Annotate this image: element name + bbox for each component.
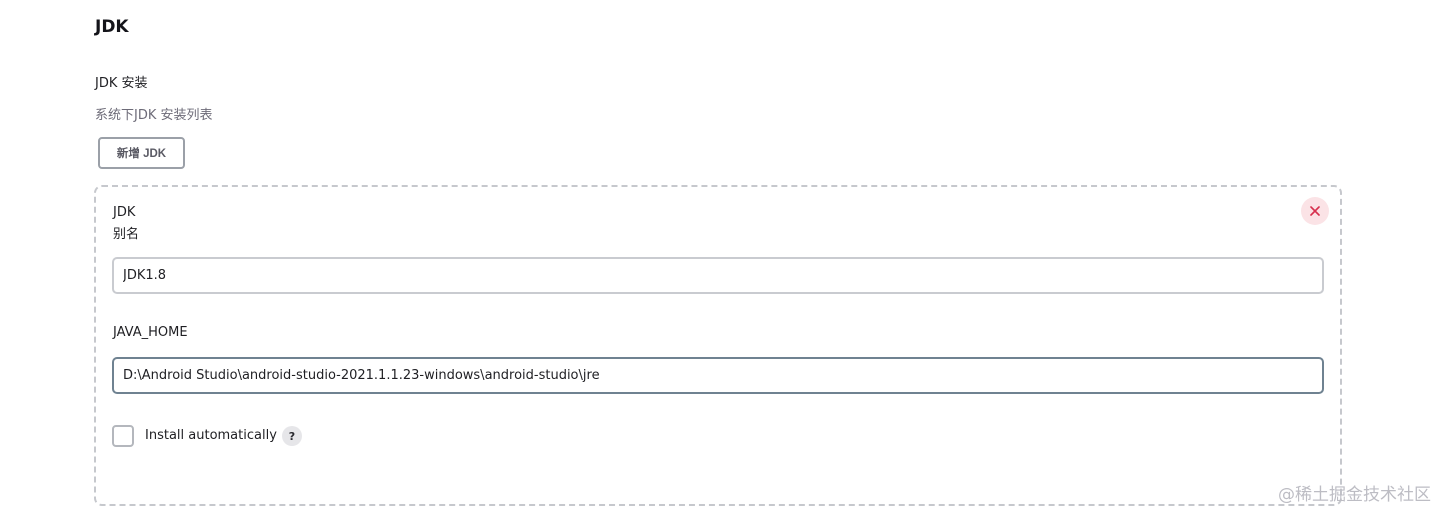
help-icon[interactable]: ? (282, 426, 302, 446)
jdk-installation-card (94, 185, 1342, 506)
jdk-card-title: JDK (113, 205, 136, 220)
jdk-installations-description: 系统下JDK 安装列表 (95, 108, 213, 123)
add-jdk-button[interactable]: 新增 JDK (98, 137, 185, 169)
jdk-installations-label: JDK 安装 (95, 76, 148, 91)
jdk-name-input[interactable] (112, 257, 1324, 294)
jdk-config-page: JDK JDK 安装 系统下JDK 安装列表 新增 JDK JDK 别名 JAV… (0, 0, 1455, 516)
watermark: @稀土掘金技术社区 (1278, 485, 1431, 505)
jdk-name-label: 别名 (113, 227, 140, 242)
java-home-input[interactable] (112, 357, 1324, 394)
close-icon (1310, 206, 1320, 216)
install-automatically-checkbox[interactable] (112, 425, 134, 447)
section-title: JDK (95, 17, 129, 37)
install-automatically-label: Install automatically (145, 428, 277, 443)
java-home-label: JAVA_HOME (113, 325, 188, 340)
delete-jdk-button[interactable] (1301, 197, 1329, 225)
